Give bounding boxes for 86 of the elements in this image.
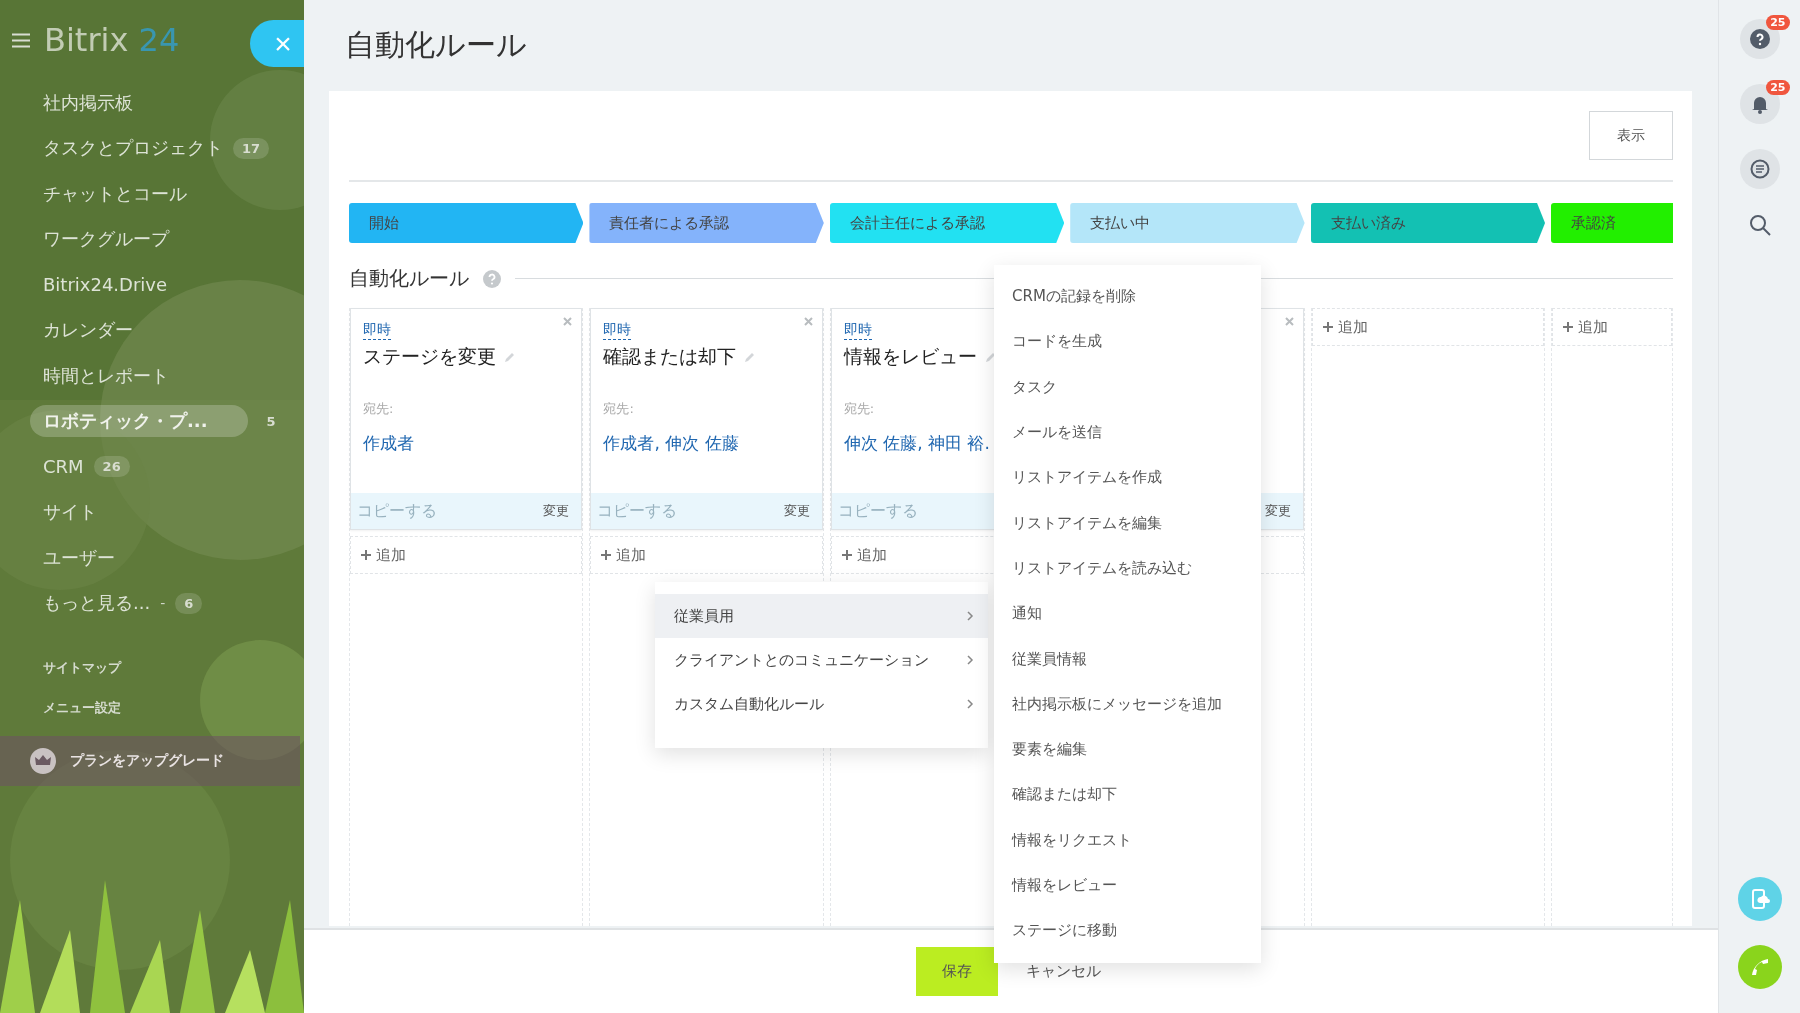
menu-item[interactable]: クライアントとのコミュニケーション xyxy=(655,638,988,682)
logo: Bitrix 24 xyxy=(44,21,180,59)
add-button[interactable]: 追加 xyxy=(1311,308,1545,346)
pencil-icon[interactable] xyxy=(984,351,997,363)
stage-bar[interactable]: 責任者による承認 xyxy=(589,203,824,243)
save-button[interactable]: 保存 xyxy=(915,947,998,996)
stage-bar[interactable]: 支払い中 xyxy=(1070,203,1305,243)
chevron-icon xyxy=(966,698,974,710)
timing-link[interactable]: 即時 xyxy=(363,321,391,340)
cancel-button[interactable]: キャンセル xyxy=(1019,961,1107,982)
mobile-button[interactable] xyxy=(1737,877,1782,921)
rule-card[interactable]: 即時 ステージを変更 宛先: 作成者 コピーする 変更 xyxy=(350,308,583,530)
stage-bar[interactable]: 開始 xyxy=(349,203,584,243)
plus-icon xyxy=(1563,322,1574,332)
chevron-icon xyxy=(966,610,974,622)
sidebar-item[interactable]: Bitrix24.Drive xyxy=(43,274,168,296)
plus-icon xyxy=(1322,322,1333,332)
menu-icon[interactable] xyxy=(12,32,30,48)
menu-item[interactable]: 従業員用 xyxy=(655,594,988,638)
card-title: 確認または却下 xyxy=(603,344,737,369)
menu-item[interactable]: 要素を編集 xyxy=(994,726,1261,773)
sidebar-item[interactable]: もっと見る... xyxy=(43,591,151,616)
recipient-label: 宛先: xyxy=(363,400,395,418)
counter: 6 xyxy=(175,592,203,614)
sidebar-item[interactable]: 時間とレポート xyxy=(43,363,169,388)
call-button[interactable] xyxy=(1737,945,1782,989)
stage-bar[interactable]: 会計主任による承認 xyxy=(829,203,1065,243)
add-button[interactable]: 追加 xyxy=(590,536,823,574)
pencil-icon[interactable] xyxy=(504,351,516,363)
crown-icon xyxy=(30,748,56,774)
menu-item[interactable]: 情報をリクエスト xyxy=(994,817,1261,863)
sidebar-item[interactable]: 社内掲示板 xyxy=(43,90,133,115)
sidebar-item[interactable]: サイト xyxy=(43,500,97,525)
sidebar-item[interactable]: カレンダー xyxy=(43,318,133,343)
upgrade-button[interactable]: プランをアップグレード xyxy=(0,736,300,786)
chevron-icon xyxy=(966,654,974,666)
add-button[interactable]: 追加 xyxy=(350,536,583,574)
sidebar-item[interactable]: タスクとプロジェクト xyxy=(43,136,223,161)
notification-badge: 25 xyxy=(1766,15,1790,30)
chat-icon xyxy=(1748,158,1771,180)
stage-bar[interactable]: 支払い済み xyxy=(1310,203,1546,243)
sidebar-item[interactable]: ユーザー xyxy=(43,545,115,570)
sidebar-item[interactable]: CRM xyxy=(43,456,84,478)
pencil-icon[interactable] xyxy=(744,351,757,363)
menu-item[interactable]: 通知 xyxy=(994,591,1261,637)
page-title: 自動化ルール xyxy=(344,26,528,64)
plus-icon xyxy=(361,550,371,560)
search-icon[interactable] xyxy=(1748,214,1771,236)
counter: 5 xyxy=(265,412,277,431)
close-icon[interactable] xyxy=(1284,317,1294,326)
rule-card[interactable]: 即時 確認または却下 宛先: 作成者, 伸次 佐藤 コピーする 変更 xyxy=(590,308,823,530)
counter: 26 xyxy=(93,456,130,478)
change-link[interactable]: 変更 xyxy=(783,502,810,520)
counter: 17 xyxy=(233,137,270,159)
menu-item[interactable]: カスタム自動化ルール xyxy=(655,682,988,726)
menu-item[interactable]: 確認または却下 xyxy=(994,772,1261,818)
card-title: 情報をレビュー xyxy=(843,344,977,369)
view-button[interactable]: 表示 xyxy=(1589,111,1673,160)
caret-icon: - xyxy=(160,595,166,612)
add-button[interactable]: 追加 xyxy=(1552,308,1673,346)
change-link[interactable]: 変更 xyxy=(543,502,570,520)
stage-bar[interactable]: 承認済 xyxy=(1551,203,1674,243)
help-icon[interactable] xyxy=(483,269,501,288)
timing-link[interactable]: 即時 xyxy=(603,321,632,340)
recipient-label: 宛先: xyxy=(603,400,635,418)
sidebar-link[interactable]: サイトマップ xyxy=(43,648,121,688)
change-link[interactable]: 変更 xyxy=(1264,502,1291,520)
notification-badge: 25 xyxy=(1766,80,1790,95)
card-title: ステージを変更 xyxy=(363,344,496,369)
recipient-label: 宛先: xyxy=(843,400,876,418)
sidebar-link[interactable]: メニュー設定 xyxy=(43,688,121,728)
recipients[interactable]: 作成者 xyxy=(363,432,570,455)
plus-icon xyxy=(841,550,852,560)
timing-link[interactable]: 即時 xyxy=(843,321,872,340)
menu-item[interactable]: 従業員情報 xyxy=(994,636,1261,682)
sidebar-item[interactable]: チャットとコール xyxy=(43,181,187,206)
close-icon[interactable] xyxy=(803,317,813,326)
menu-item[interactable]: 情報をレビュー xyxy=(994,862,1261,909)
plus-icon xyxy=(601,550,612,560)
close-icon[interactable] xyxy=(563,317,573,326)
menu-item[interactable]: 社内掲示板にメッセージを追加 xyxy=(994,681,1261,727)
section-title: 自動化ルール xyxy=(349,265,469,292)
sidebar-item[interactable]: ワークグループ xyxy=(43,227,169,252)
chat-button[interactable] xyxy=(1739,149,1780,189)
help-icon xyxy=(1749,29,1770,49)
recipients[interactable]: 作成者, 伸次 佐藤 xyxy=(603,432,810,455)
